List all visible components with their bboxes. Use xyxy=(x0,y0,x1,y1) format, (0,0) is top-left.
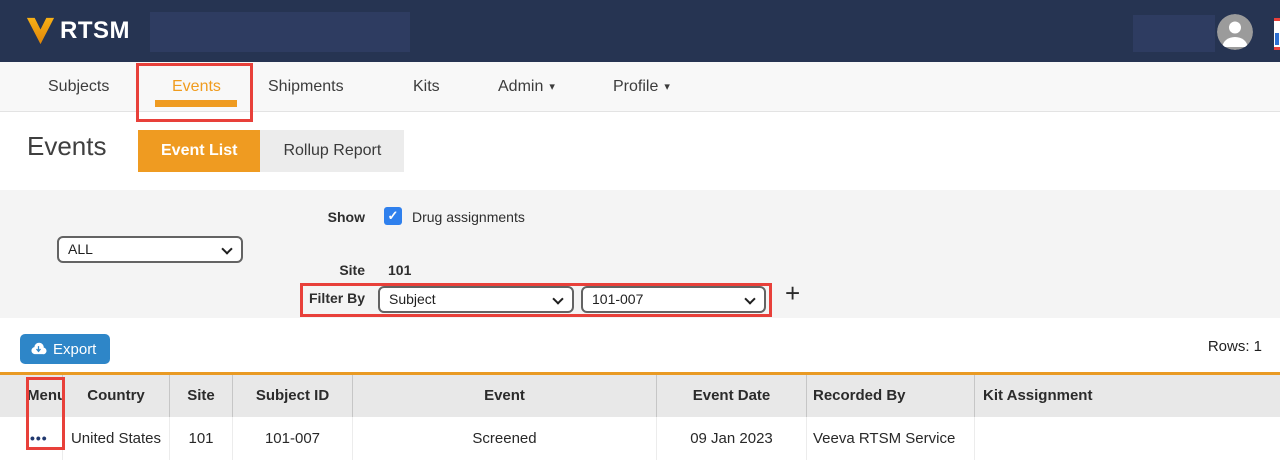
row-subject-id-cell: 101-007 xyxy=(233,417,353,460)
column-header-recorded-by: Recorded By xyxy=(807,375,975,417)
drug-assignments-label: Drug assignments xyxy=(412,209,525,225)
filter-value-select-value: 101-007 xyxy=(592,291,643,307)
export-button[interactable]: Export xyxy=(20,334,110,364)
redacted-study-name xyxy=(150,12,410,52)
export-button-label: Export xyxy=(53,341,96,358)
show-label: Show xyxy=(280,209,365,225)
drug-assignments-checkbox[interactable]: ✓ xyxy=(384,207,402,225)
plus-icon: + xyxy=(785,278,800,308)
nav-tab-admin[interactable]: Admin ▾ xyxy=(498,62,555,112)
rtsm-app-window: RTSM Subjects Events Shipments Kits Admi… xyxy=(0,0,1280,460)
chevron-down-icon xyxy=(552,293,563,304)
filter-value-select[interactable]: 101-007 xyxy=(581,286,766,313)
tab-event-list[interactable]: Event List xyxy=(138,130,260,172)
tab-rollup-report[interactable]: Rollup Report xyxy=(260,130,404,172)
chevron-down-icon xyxy=(744,293,755,304)
row-recorded-by-cell: Veeva RTSM Service xyxy=(807,417,975,460)
view-tabs: Event List Rollup Report xyxy=(138,130,404,172)
filter-type-select-value: Subject xyxy=(389,291,436,307)
column-header-menu: Menu xyxy=(0,375,63,417)
column-header-site: Site xyxy=(170,375,233,417)
brand-logo[interactable]: RTSM xyxy=(24,14,130,47)
site-label: Site xyxy=(280,262,365,278)
row-event-date-cell: 09 Jan 2023 xyxy=(657,417,807,460)
redacted-user-info xyxy=(1133,15,1215,52)
nav-tab-subjects[interactable]: Subjects xyxy=(48,62,109,112)
check-icon: ✓ xyxy=(388,208,399,223)
table-row: ••• United States 101 101-007 Screened 0… xyxy=(0,417,1280,460)
brand-text: RTSM xyxy=(60,17,130,45)
nav-tab-kits[interactable]: Kits xyxy=(413,62,440,112)
page-header: Events Event List Rollup Report xyxy=(0,112,1280,190)
cutoff-link-fragment xyxy=(1275,33,1279,45)
cloud-download-icon xyxy=(30,342,47,356)
column-header-country: Country xyxy=(63,375,170,417)
caret-down-icon: ▾ xyxy=(549,62,555,112)
filter-type-select[interactable]: Subject xyxy=(378,286,574,313)
annotation-box-user-cutoff xyxy=(1274,18,1280,50)
row-kit-assignment-cell xyxy=(975,417,1280,460)
column-header-subject-id: Subject ID xyxy=(233,375,353,417)
veeva-v-icon xyxy=(24,14,57,47)
row-site-cell: 101 xyxy=(170,417,233,460)
table-header-row: Menu Country Site Subject ID Event Event… xyxy=(0,375,1280,417)
nav-tab-shipments[interactable]: Shipments xyxy=(268,62,344,112)
column-header-event-date: Event Date xyxy=(657,375,807,417)
event-type-select-value: ALL xyxy=(68,241,93,257)
row-country-cell: United States xyxy=(63,417,170,460)
event-type-select[interactable]: ALL xyxy=(57,236,243,263)
filter-by-label: Filter By xyxy=(280,290,365,306)
user-avatar[interactable] xyxy=(1217,14,1253,50)
nav-tab-profile-label: Profile xyxy=(613,78,658,95)
column-header-event: Event xyxy=(353,375,657,417)
user-icon xyxy=(1217,14,1253,50)
events-table: Menu Country Site Subject ID Event Event… xyxy=(0,372,1280,460)
main-nav: Subjects Events Shipments Kits Admin▾ Pr… xyxy=(0,62,1280,112)
site-value: 101 xyxy=(388,262,411,278)
row-event-cell: Screened xyxy=(353,417,657,460)
row-menu-button[interactable]: ••• xyxy=(30,430,48,446)
nav-tab-admin-label: Admin xyxy=(498,78,543,95)
rows-count: Rows: 1 xyxy=(1208,338,1262,355)
filter-panel: Show ✓ Drug assignments ALL Site 101 Fil… xyxy=(0,190,1280,318)
column-header-kit-assignment: Kit Assignment xyxy=(975,375,1280,417)
active-tab-underline xyxy=(155,100,237,107)
top-bar: RTSM xyxy=(0,0,1280,62)
page-title: Events xyxy=(27,131,107,162)
chevron-down-icon xyxy=(221,243,232,254)
add-filter-button[interactable]: + xyxy=(785,280,800,306)
row-menu-cell: ••• xyxy=(0,417,63,460)
nav-tab-profile[interactable]: Profile ▾ xyxy=(613,62,670,112)
caret-down-icon: ▾ xyxy=(664,62,670,112)
table-toolbar: Export Rows: 1 xyxy=(0,318,1280,372)
